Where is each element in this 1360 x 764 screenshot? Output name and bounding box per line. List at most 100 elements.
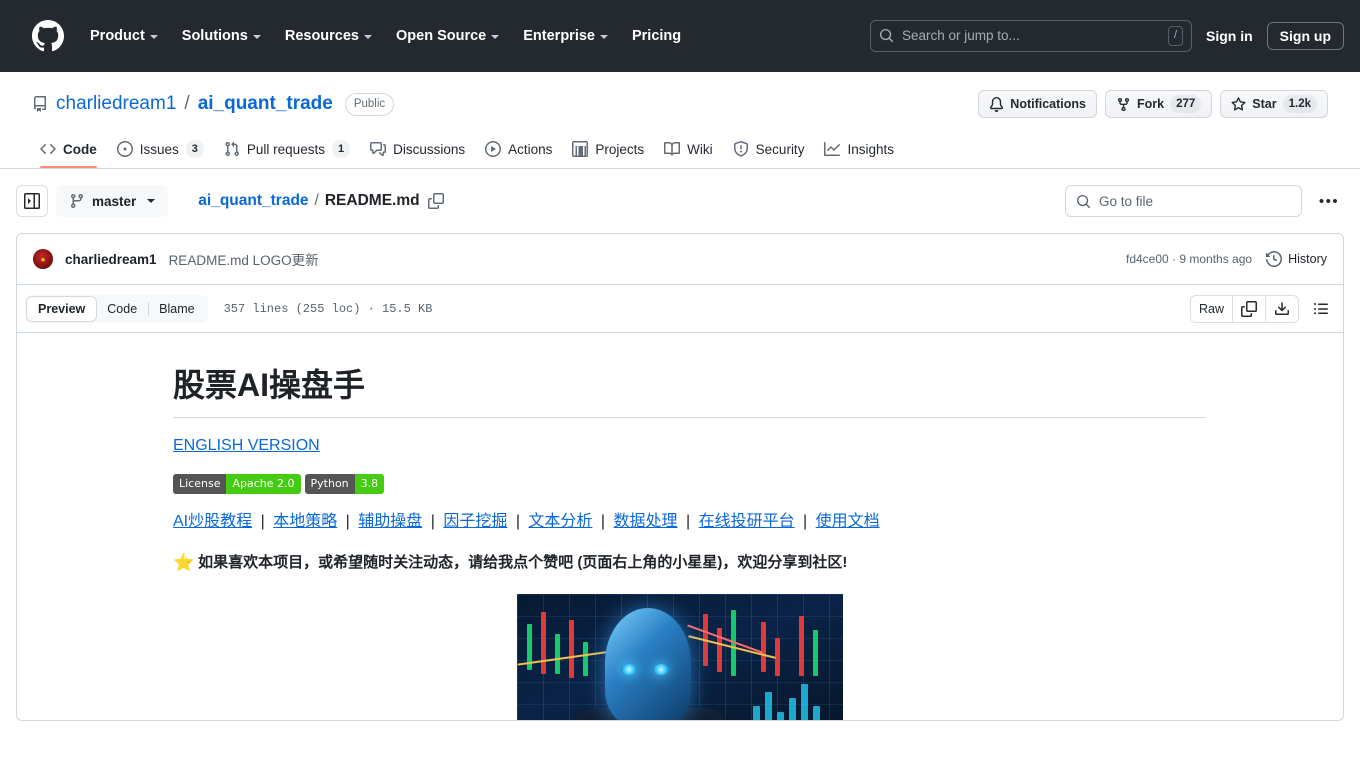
repo-owner-link[interactable]: charliedream1 <box>56 93 176 115</box>
english-version-row: ENGLISH VERSION <box>173 434 1343 458</box>
link-separator: | <box>685 513 691 530</box>
commit-meta[interactable]: fd4ce00 · 9 months ago <box>1126 252 1252 266</box>
english-version-link[interactable]: ENGLISH VERSION <box>173 437 320 454</box>
repository-title: charliedream1 / ai_quant_trade Public <box>32 92 395 116</box>
breadcrumb-file-name: README.md <box>324 192 420 209</box>
star-request-line: ⭐ 如果喜欢本项目，或希望随时关注动态，请给我点个赞吧 (页面右上角的小星星)，… <box>173 550 1343 576</box>
more-options-button[interactable]: ••• <box>1314 185 1344 217</box>
view-preview-tab[interactable]: Preview <box>27 296 97 321</box>
view-code-tab[interactable]: Code <box>96 297 148 321</box>
commit-author-link[interactable]: charliedream1 <box>65 252 157 267</box>
header-right-group: Search or jump to... / Sign in Sign up <box>870 19 1344 52</box>
python-badge-label: Python <box>304 474 355 494</box>
link-separator: | <box>430 513 435 530</box>
breadcrumb: ai_quant_trade / README.md <box>198 192 444 210</box>
git-branch-icon <box>69 193 85 209</box>
nav-pricing[interactable]: Pricing <box>622 20 691 52</box>
link-separator: | <box>600 513 606 530</box>
branch-selector[interactable]: master <box>56 185 169 217</box>
tab-projects[interactable]: Projects <box>564 135 652 167</box>
link-local-strategy[interactable]: 本地策略 <box>273 513 337 530</box>
link-usage-docs[interactable]: 使用文档 <box>816 513 880 530</box>
nav-open-source[interactable]: Open Source <box>386 20 509 52</box>
readme-nav-links: AI炒股教程 | 本地策略 | 辅助操盘 | 因子挖掘 | 文本分析 | 数据处… <box>173 510 1343 534</box>
logo-robot-head <box>605 607 691 720</box>
outline-list-icon[interactable] <box>1307 295 1335 323</box>
nav-product[interactable]: Product <box>80 20 168 52</box>
graph-icon <box>824 141 841 157</box>
tab-wiki[interactable]: Wiki <box>656 135 721 167</box>
link-separator: | <box>515 513 520 530</box>
chevron-down-icon <box>252 34 261 39</box>
copy-icon[interactable] <box>427 193 444 209</box>
sign-up-button[interactable]: Sign up <box>1266 21 1344 50</box>
readme-tools-right: Raw <box>1189 294 1335 323</box>
link-ai-tutorial[interactable]: AI炒股教程 <box>173 513 252 530</box>
fork-icon <box>1117 97 1130 111</box>
sign-in-link[interactable]: Sign in <box>1206 28 1253 44</box>
tab-pull-requests-count: 1 <box>331 140 351 158</box>
github-mark-icon[interactable] <box>32 19 64 52</box>
fork-button[interactable]: Fork 277 <box>1105 90 1213 118</box>
history-link[interactable]: History <box>1266 251 1327 267</box>
tab-discussions[interactable]: Discussions <box>362 135 473 167</box>
star-button[interactable]: Star 1.2k <box>1220 90 1328 118</box>
chevron-down-icon <box>491 34 500 39</box>
fork-label: Fork <box>1137 97 1165 111</box>
tab-security-label: Security <box>755 141 805 157</box>
go-to-file-input[interactable]: Go to file <box>1065 185 1302 217</box>
link-factor-mining[interactable]: 因子挖掘 <box>443 513 507 530</box>
repository-title-row: charliedream1 / ai_quant_trade Public No… <box>32 88 1328 120</box>
tab-insights[interactable]: Insights <box>816 135 902 167</box>
tab-pull-requests[interactable]: Pull requests 1 <box>216 134 358 168</box>
python-badge-value: 3.8 <box>354 474 385 494</box>
nav-enterprise[interactable]: Enterprise <box>513 20 618 52</box>
nav-solutions[interactable]: Solutions <box>172 20 271 52</box>
license-badge-label: License <box>173 474 227 494</box>
tab-code[interactable]: Code <box>32 135 105 168</box>
tab-issues-label: Issues <box>139 141 179 157</box>
table-icon <box>572 141 589 157</box>
tab-discussions-label: Discussions <box>393 141 466 157</box>
nav-open-source-label: Open Source <box>396 27 487 44</box>
sidebar-expand-icon[interactable] <box>16 185 48 217</box>
link-separator: | <box>803 513 808 530</box>
tab-security[interactable]: Security <box>725 135 813 167</box>
breadcrumb-separator: / <box>314 192 319 209</box>
breadcrumb-repo-link[interactable]: ai_quant_trade <box>198 192 308 210</box>
star-count: 1.2k <box>1282 95 1317 113</box>
notifications-button[interactable]: Notifications <box>978 90 1097 118</box>
commit-message-link[interactable]: README.md LOGO更新 <box>169 249 319 269</box>
readme-panel: Preview Code Blame 357 lines (255 loc) ·… <box>16 285 1344 721</box>
branch-name: master <box>92 193 137 209</box>
python-badge[interactable]: Python 3.8 <box>304 474 385 494</box>
link-data-processing[interactable]: 数据处理 <box>614 513 678 530</box>
view-blame-tab[interactable]: Blame <box>148 297 205 321</box>
tab-code-label: Code <box>63 141 97 157</box>
search-shortcut-badge: / <box>1167 25 1183 46</box>
nav-product-label: Product <box>90 27 145 44</box>
shield-icon <box>733 141 749 157</box>
raw-actions-group: Raw <box>1189 294 1299 323</box>
search-input[interactable]: Search or jump to... / <box>870 19 1192 52</box>
raw-button[interactable]: Raw <box>1191 296 1232 322</box>
download-icon[interactable] <box>1265 295 1298 322</box>
history-label: History <box>1288 252 1327 266</box>
repo-name-link[interactable]: ai_quant_trade <box>198 93 333 115</box>
chevron-down-icon <box>599 34 608 39</box>
tab-projects-label: Projects <box>595 141 645 157</box>
global-header: Product Solutions Resources Open Source … <box>0 0 1360 72</box>
readme-content: 股票AI操盘手 ENGLISH VERSION License Apache 2… <box>17 333 1343 720</box>
chevron-down-icon <box>149 34 158 39</box>
license-badge-value: Apache 2.0 <box>226 474 301 494</box>
copy-raw-icon[interactable] <box>1232 295 1265 322</box>
link-text-analysis[interactable]: 文本分析 <box>528 513 592 530</box>
license-badge[interactable]: License Apache 2.0 <box>173 474 301 494</box>
repository-header: charliedream1 / ai_quant_trade Public No… <box>0 72 1360 120</box>
link-assist-trading[interactable]: 辅助操盘 <box>358 513 422 530</box>
tab-actions[interactable]: Actions <box>477 135 560 167</box>
avatar[interactable]: ● <box>33 249 53 269</box>
nav-resources[interactable]: Resources <box>275 20 382 52</box>
tab-issues[interactable]: Issues 3 <box>109 134 212 168</box>
link-online-research-platform[interactable]: 在线投研平台 <box>699 513 795 530</box>
